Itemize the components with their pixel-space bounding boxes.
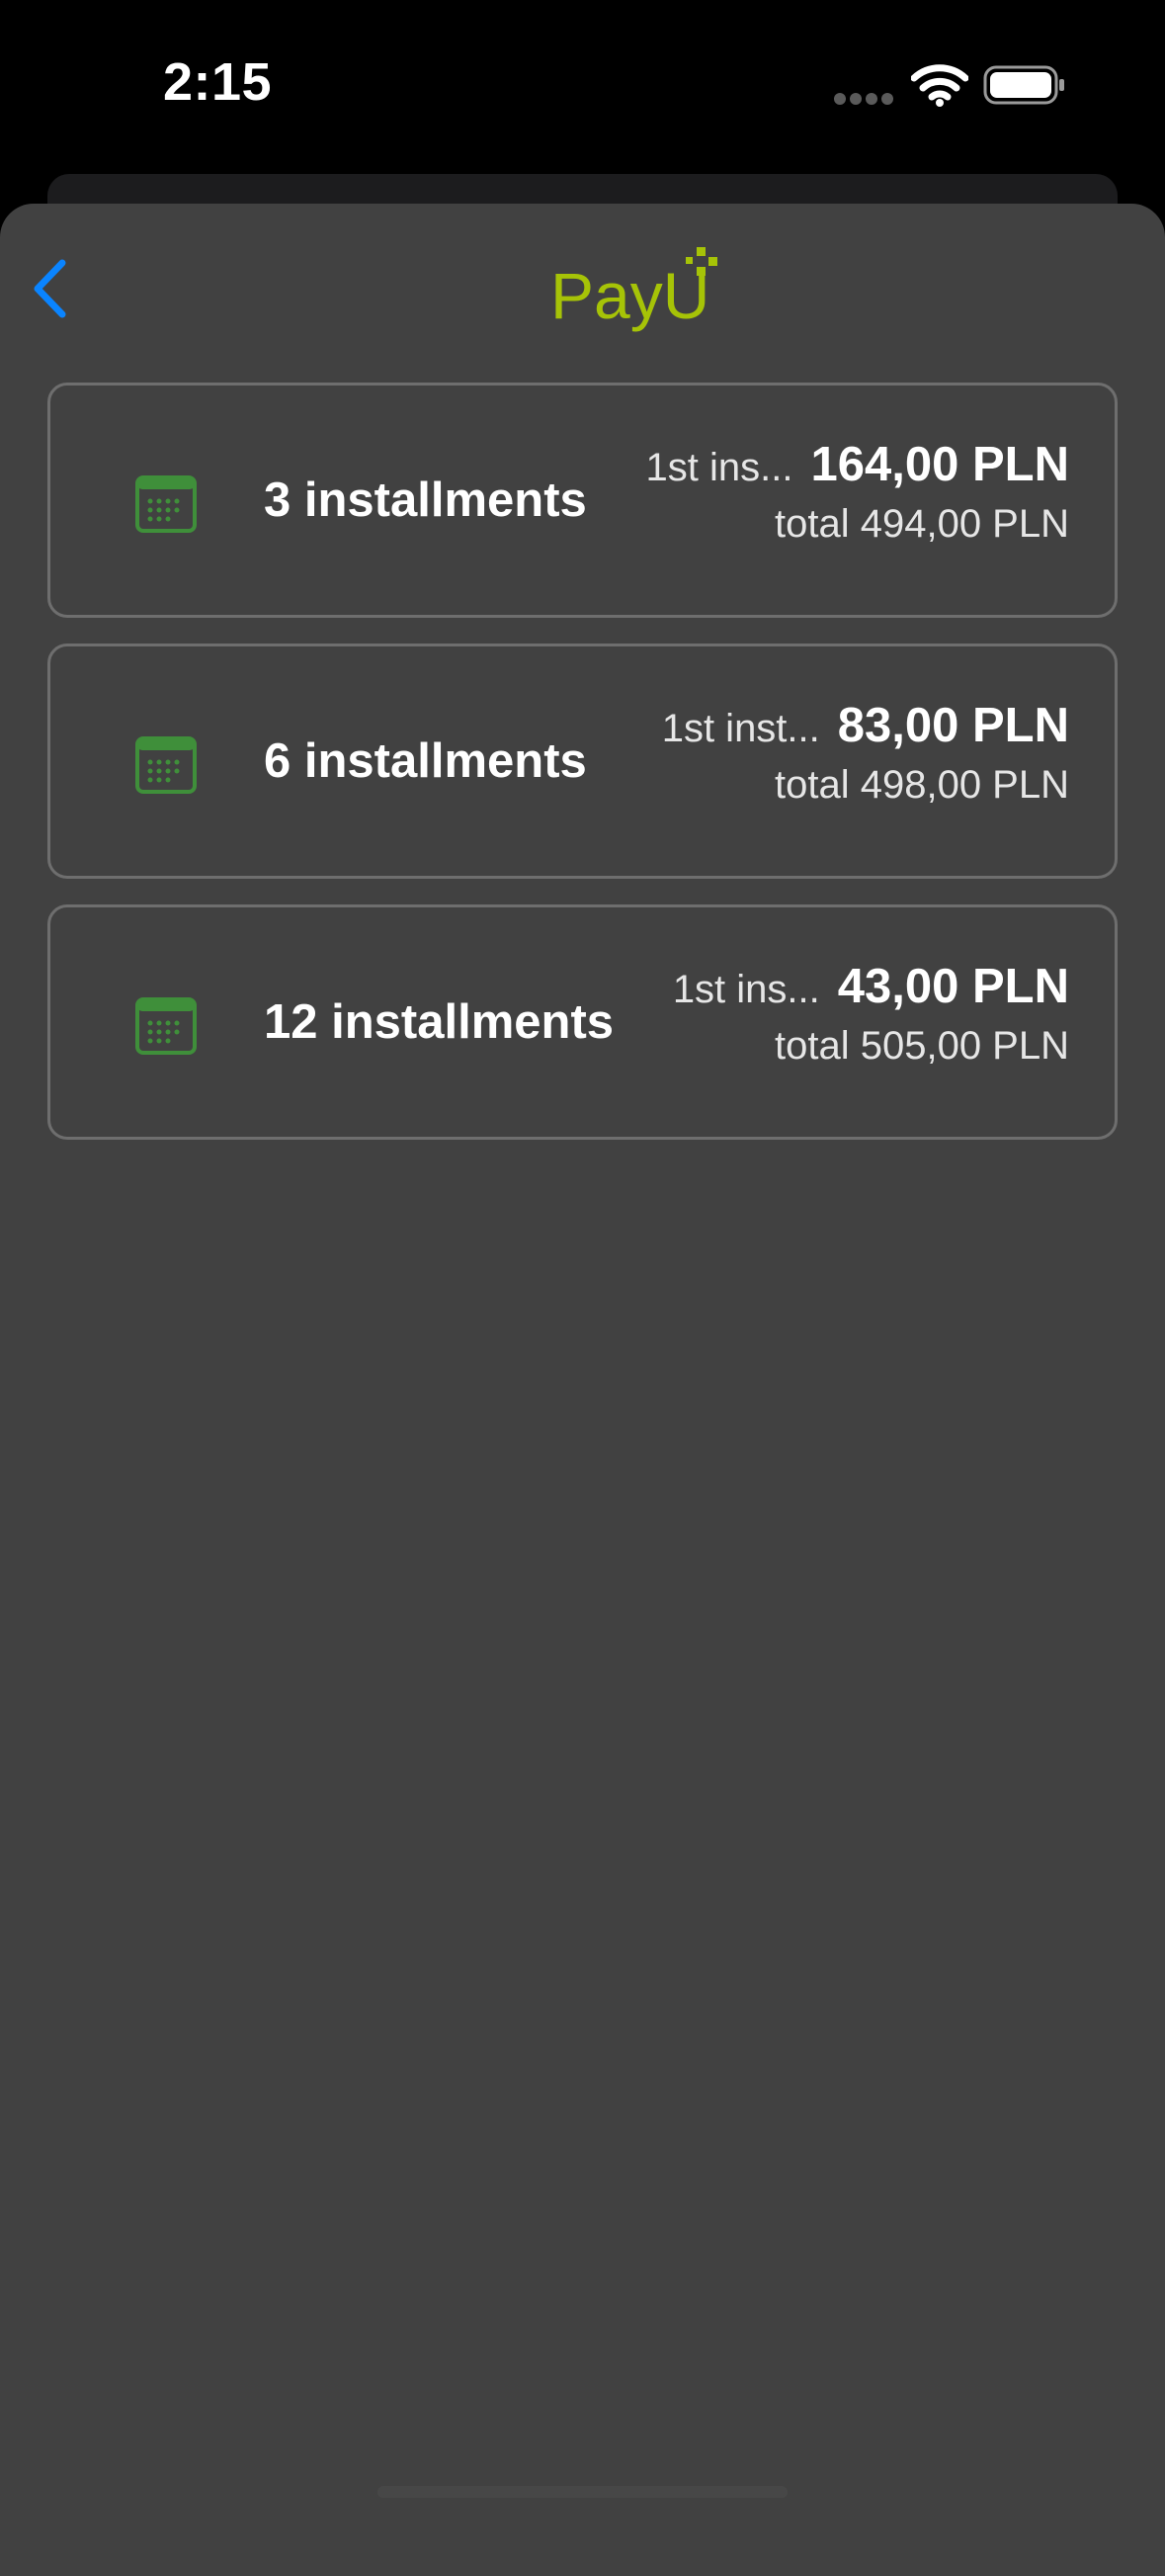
first-installment-label: 1st inst... (661, 707, 820, 750)
installment-amounts: 1st ins... 43,00 PLN total 505,00 PLN (673, 959, 1069, 1069)
total-amount: total 498,00 PLN (775, 763, 1069, 807)
calendar-icon (135, 736, 197, 794)
chevron-left-icon (34, 259, 66, 318)
first-installment-label: 1st ins... (672, 968, 820, 1011)
calendar-icon (135, 997, 197, 1055)
cellular-signal-icon (834, 93, 893, 105)
battery-icon (983, 65, 1064, 105)
first-installment-label: 1st ins... (645, 446, 793, 489)
installment-amounts: 1st ins... 164,00 PLN total 494,00 PLN (646, 437, 1069, 547)
installment-option-12[interactable]: 12 installments 1st ins... 43,00 PLN tot… (47, 904, 1118, 1140)
status-bar: 2:15 (0, 0, 1165, 168)
wifi-icon (911, 64, 968, 107)
home-indicator (377, 2486, 788, 2498)
installment-option-title: 6 installments (264, 734, 587, 788)
installment-option-6[interactable]: 6 installments 1st inst... 83,00 PLN tot… (47, 644, 1118, 879)
installment-amounts: 1st inst... 83,00 PLN total 498,00 PLN (662, 698, 1069, 808)
payu-logo-icon: PayU (550, 247, 717, 332)
installment-option-title: 3 installments (264, 473, 587, 527)
status-time: 2:15 (163, 52, 273, 112)
first-installment-amount: 83,00 PLN (837, 699, 1069, 752)
back-button[interactable] (10, 247, 89, 330)
payu-logo-text: PayU (550, 259, 709, 332)
installment-option-title: 12 installments (264, 995, 615, 1049)
first-installment-amount: 164,00 PLN (810, 438, 1070, 491)
total-amount: total 494,00 PLN (775, 502, 1069, 546)
calendar-icon (135, 475, 197, 533)
installment-option-3[interactable]: 3 installments 1st ins... 164,00 PLN tot… (47, 383, 1118, 618)
first-installment-amount: 43,00 PLN (837, 960, 1069, 1013)
total-amount: total 505,00 PLN (775, 1024, 1069, 1068)
installment-options-list: 3 installments 1st ins... 164,00 PLN tot… (47, 383, 1118, 1165)
